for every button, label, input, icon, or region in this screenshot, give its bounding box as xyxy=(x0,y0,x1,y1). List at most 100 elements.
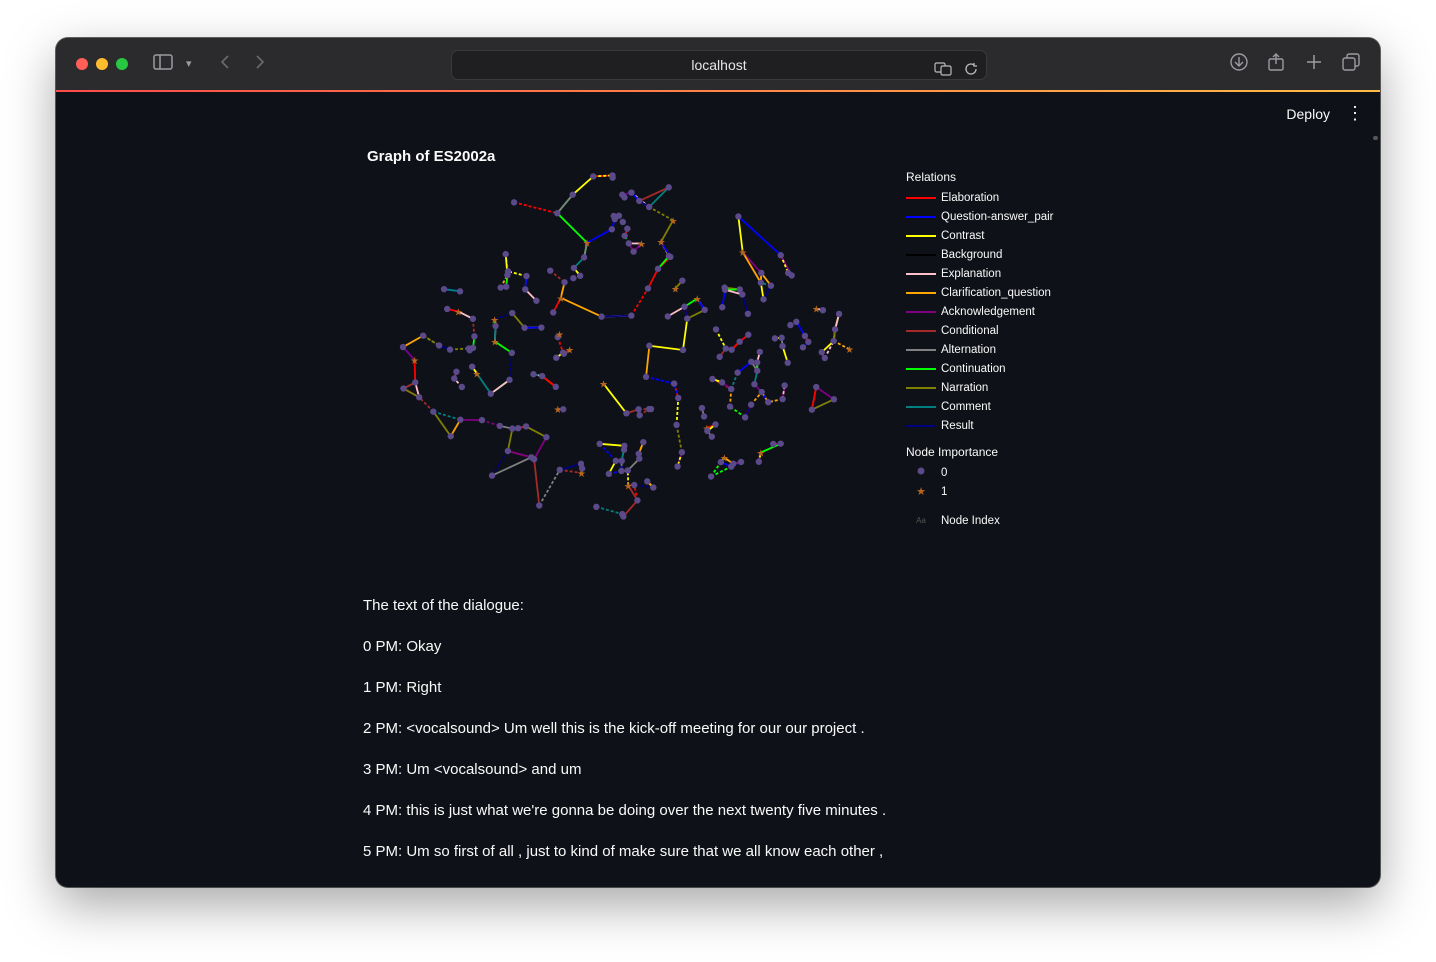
graph-node xyxy=(593,503,600,511)
graph-node xyxy=(681,303,688,310)
graph-node xyxy=(644,478,651,485)
graph-node xyxy=(721,286,729,293)
graph-node xyxy=(704,427,711,435)
graph-node xyxy=(465,345,473,352)
graph-edge xyxy=(560,296,602,318)
legend-label: Clarification_question xyxy=(941,286,1051,299)
sidebar-icon[interactable] xyxy=(153,53,173,75)
graph-node-important: ★ xyxy=(669,216,678,227)
graph-edge xyxy=(675,397,680,425)
share-icon[interactable] xyxy=(1268,53,1284,76)
graph-node xyxy=(636,412,643,419)
discourse-graph: ★★★★★★★★★★★★★★★★★★★★★★★★ xyxy=(399,172,854,520)
graph-edge xyxy=(596,505,623,515)
graph-node xyxy=(435,342,443,349)
graph-node xyxy=(830,396,838,403)
graph-node xyxy=(528,454,535,461)
app-content: Deploy ⋮ Graph of ES2002a ★ ★ ★ ★ ★ ★ ★ ★ ★ ★ ★ ★ ★ ★… xyxy=(56,92,1380,887)
graph-node xyxy=(744,310,752,318)
graph-node xyxy=(664,313,671,320)
legend-label: Alternation xyxy=(941,343,996,356)
graph-node xyxy=(673,421,680,429)
deploy-button[interactable]: Deploy xyxy=(1286,106,1330,122)
graph-edge xyxy=(402,334,424,348)
chevron-down-icon[interactable]: ▾ xyxy=(186,53,192,75)
zoom-window-button[interactable] xyxy=(116,58,128,70)
graph-node xyxy=(712,326,720,333)
graph-node xyxy=(754,367,761,374)
reload-icon[interactable] xyxy=(964,57,978,85)
legend-importance-title: Node Importance xyxy=(906,445,999,459)
legend-label: Result xyxy=(941,419,974,432)
tabs-overview-icon[interactable] xyxy=(1342,53,1360,76)
graph-node xyxy=(430,408,437,415)
graph-node xyxy=(400,385,407,392)
dialogue-text: The text of the dialogue: 0 PM: Okay 1 PM… xyxy=(363,596,886,883)
graph-node xyxy=(645,203,653,211)
graph-node xyxy=(506,376,513,384)
graph-node xyxy=(778,334,785,341)
graph-node xyxy=(745,331,752,338)
graph-node xyxy=(621,194,628,201)
graph-node xyxy=(784,359,791,366)
graph-figure: Graph of ES2002a ★ ★ ★ ★ ★ ★ ★ ★ ★ ★ ★ ★ ★ ★ ★ ★ ★ ★ ★ ★ ★ ★ ★… xyxy=(362,136,1102,536)
legend-line-swatch xyxy=(906,253,936,256)
legend-line-swatch xyxy=(906,196,936,199)
graph-node xyxy=(726,403,734,410)
legend-line-swatch xyxy=(906,234,936,237)
graph-node xyxy=(708,433,716,440)
close-window-button[interactable] xyxy=(76,58,88,70)
graph-node xyxy=(756,348,764,356)
graph-node xyxy=(770,440,777,448)
legend-importance-0: 0 xyxy=(906,463,1106,482)
graph-node xyxy=(497,284,504,291)
graph-node-important: ★ xyxy=(490,338,499,349)
graph-node xyxy=(446,346,454,353)
dialogue-heading: The text of the dialogue: xyxy=(363,597,524,614)
graph-edge xyxy=(645,345,651,377)
graph-node xyxy=(757,279,765,286)
graph-node xyxy=(419,332,427,339)
graph-node-important: ★ xyxy=(599,380,608,391)
graph-node-important: ★ xyxy=(454,307,463,318)
graph-node xyxy=(667,253,674,261)
legend-label: Contrast xyxy=(941,229,985,242)
graph-node-important: ★ xyxy=(410,356,419,367)
graph-node xyxy=(623,410,630,417)
graph-node xyxy=(443,305,451,313)
graph-node xyxy=(621,232,628,239)
graph-node-important: ★ xyxy=(556,294,565,305)
chevron-left-icon[interactable] xyxy=(219,53,231,75)
legend-line-swatch xyxy=(906,386,936,389)
minimize-window-button[interactable] xyxy=(96,58,108,70)
graph-node xyxy=(619,510,626,518)
graph-node xyxy=(805,338,812,346)
graph-node xyxy=(781,382,788,389)
graph-node xyxy=(630,248,637,255)
translate-icon[interactable] xyxy=(934,57,952,85)
scrollbar[interactable] xyxy=(1373,136,1378,140)
chevron-right-icon[interactable] xyxy=(254,53,266,75)
graph-edge xyxy=(556,194,574,214)
graph-node xyxy=(457,416,464,423)
graph-node xyxy=(556,466,563,474)
new-tab-icon[interactable] xyxy=(1306,53,1322,75)
graph-node xyxy=(412,379,419,386)
legend-label: Acknowledgement xyxy=(941,305,1035,318)
graph-node xyxy=(787,321,794,329)
vertical-dots-icon[interactable]: ⋮ xyxy=(1346,104,1364,122)
graph-node xyxy=(793,318,800,326)
graph-node xyxy=(716,353,723,361)
node-circle-icon xyxy=(906,466,936,479)
graph-edge xyxy=(572,175,594,196)
graph-node xyxy=(674,463,681,470)
graph-node xyxy=(504,447,512,455)
graph-node xyxy=(547,267,554,274)
graph-node xyxy=(678,449,686,456)
address-bar[interactable]: localhost xyxy=(451,50,987,80)
legend-relation-clarification-question: Clarification_question xyxy=(906,283,1106,302)
graph-edge xyxy=(599,443,617,462)
graph-node xyxy=(737,458,745,466)
download-icon[interactable] xyxy=(1230,53,1248,76)
graph-node xyxy=(701,306,708,314)
